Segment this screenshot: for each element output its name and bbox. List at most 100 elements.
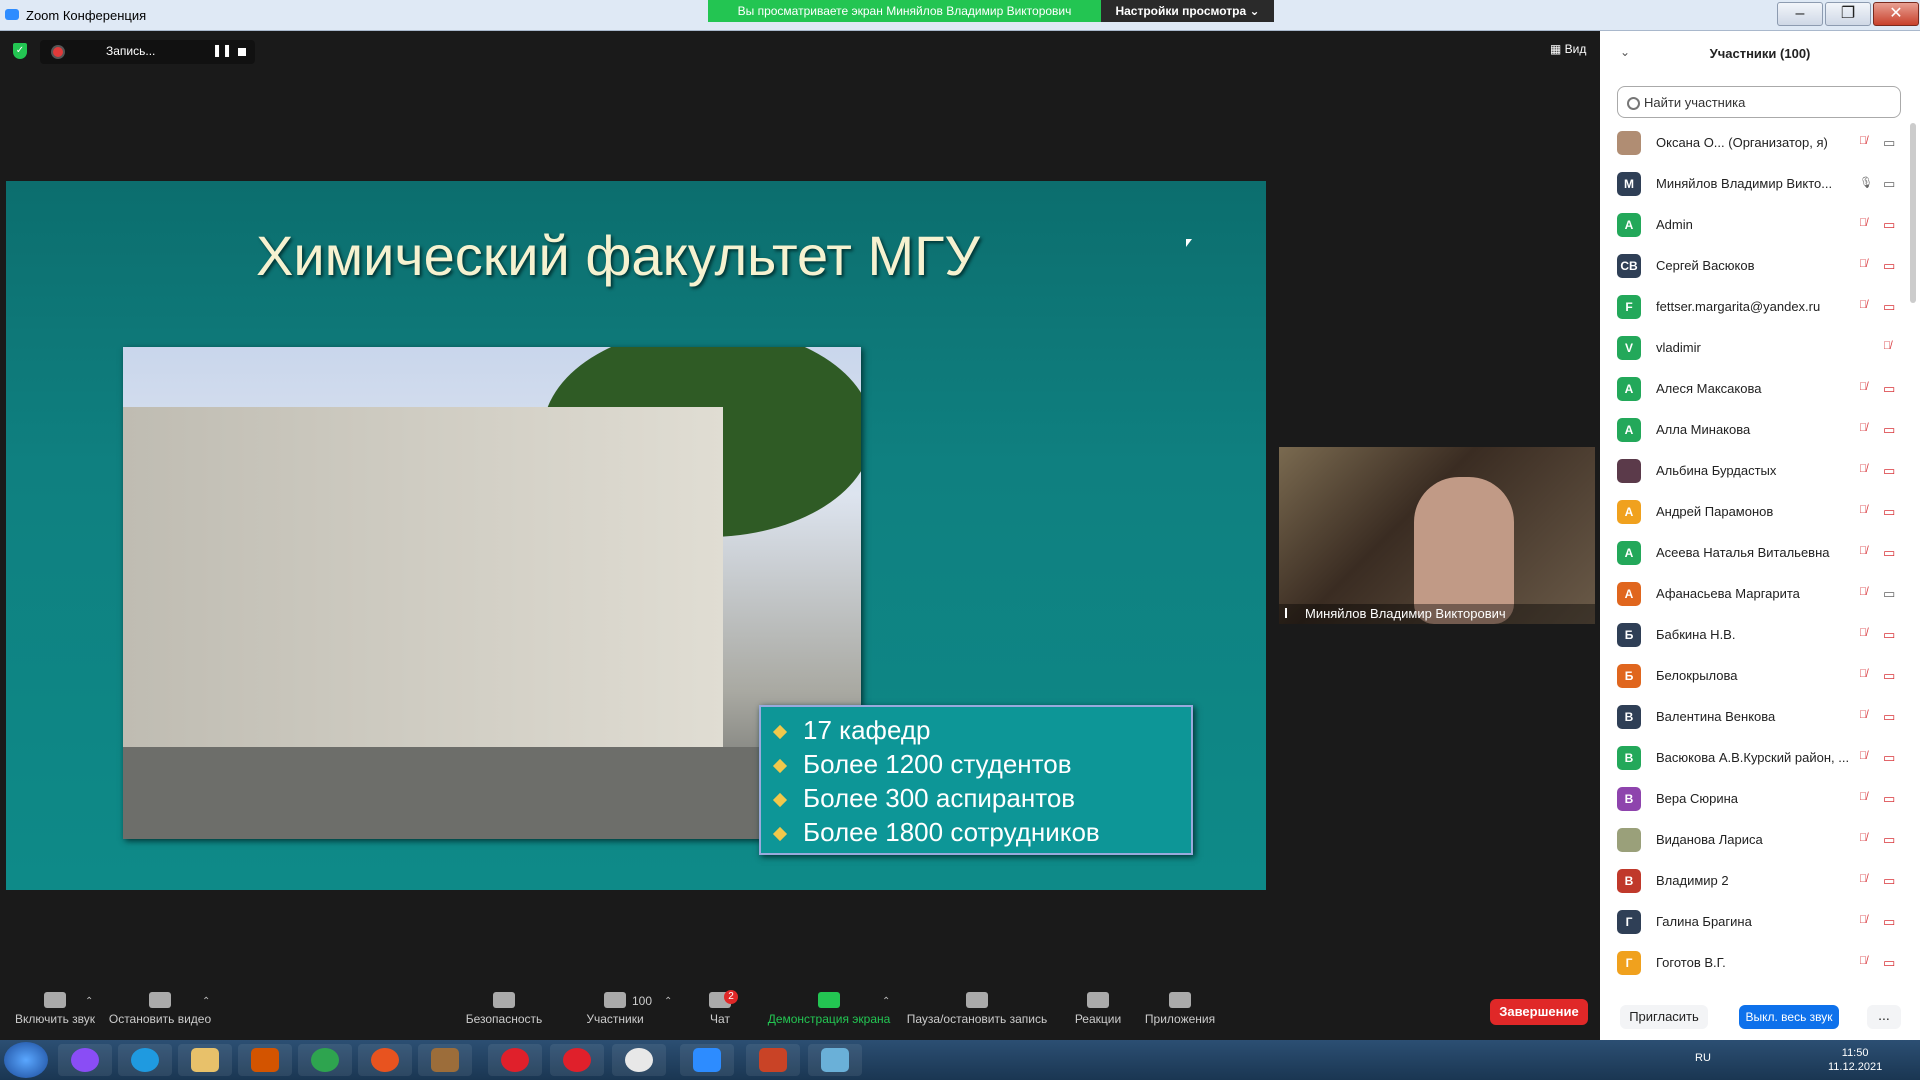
participant-row[interactable]: Оксана О... (Организатор, я) 🎙̸ ▭ — [1600, 123, 1920, 164]
video-off-icon[interactable]: ▭ — [1883, 709, 1899, 724]
language-indicator[interactable]: RU — [1695, 1052, 1711, 1064]
video-off-icon[interactable]: ▭ — [1883, 668, 1899, 683]
view-options-dropdown[interactable]: Настройки просмотра ⌄ — [1101, 0, 1274, 22]
participant-row[interactable]: М Миняйлов Владимир Викто... 🎙 ▭ — [1600, 164, 1920, 205]
participant-row[interactable]: В Васюкова А.В.Курский район, ... 🎙̸ ▭ — [1600, 738, 1920, 779]
taskbar-archive-app[interactable] — [418, 1044, 472, 1076]
participant-search-input[interactable]: Найти участника — [1617, 86, 1901, 118]
muted-mic-icon[interactable]: 🎙̸ — [1859, 463, 1871, 477]
muted-mic-icon[interactable]: 🎙̸ — [1859, 627, 1871, 641]
muted-mic-icon[interactable]: 🎙̸ — [1859, 955, 1871, 969]
participant-list-scrollbar[interactable] — [1910, 123, 1916, 303]
participant-row[interactable]: В Валентина Венкова 🎙̸ ▭ — [1600, 697, 1920, 738]
video-options-caret[interactable]: ⌃ — [202, 996, 210, 1007]
close-button[interactable]: ✕ — [1873, 2, 1919, 26]
taskbar-paint-app[interactable] — [808, 1044, 862, 1076]
muted-mic-icon[interactable]: 🎙̸ — [1859, 217, 1871, 231]
taskbar-alice-app[interactable] — [58, 1044, 112, 1076]
video-off-icon[interactable]: ▭ — [1883, 791, 1899, 806]
muted-mic-icon[interactable]: 🎙̸ — [1859, 914, 1871, 928]
muted-mic-icon[interactable]: 🎙̸ — [1859, 832, 1871, 846]
start-button[interactable] — [4, 1042, 48, 1078]
video-icon[interactable]: ▭ — [1883, 176, 1899, 191]
participant-row[interactable]: А Асеева Наталья Витальевна 🎙̸ ▭ — [1600, 533, 1920, 574]
video-off-icon[interactable]: ▭ — [1883, 463, 1899, 478]
taskbar-yandex-app[interactable] — [550, 1044, 604, 1076]
participant-row[interactable]: Альбина Бурдастых 🎙̸ ▭ — [1600, 451, 1920, 492]
participant-row[interactable]: Ffettser.margarita@yandex.ru 🎙̸ ▭ — [1600, 287, 1920, 328]
muted-mic-icon[interactable]: 🎙̸ — [1859, 668, 1871, 682]
taskbar-chrome-app[interactable] — [298, 1044, 352, 1076]
speaker-video[interactable]: Миняйлов Владимир Викторович — [1279, 447, 1595, 624]
participant-row[interactable]: Г Гоготов В.Г. 🎙̸ ▭ — [1600, 943, 1920, 984]
muted-mic-icon[interactable]: 🎙̸ — [1859, 135, 1871, 149]
participant-row[interactable]: А Алеся Максакова 🎙̸ ▭ — [1600, 369, 1920, 410]
taskbar-opera-app[interactable] — [488, 1044, 542, 1076]
taskbar-clock[interactable]: 11:50 11.12.2021 — [1828, 1046, 1882, 1074]
taskbar-powerpoint-app[interactable] — [746, 1044, 800, 1076]
maximize-button[interactable]: ❐ — [1825, 2, 1871, 26]
video-off-icon[interactable]: ▭ — [1883, 914, 1899, 929]
unmute-button[interactable]: Включить звук — [8, 978, 102, 1038]
view-button[interactable]: ▦ Вид — [1550, 42, 1586, 56]
muted-mic-icon[interactable]: 🎙̸ — [1859, 504, 1871, 518]
muted-mic-icon[interactable]: 🎙̸ — [1859, 791, 1871, 805]
pause-stop-recording-button[interactable]: Пауза/остановить запись — [906, 978, 1048, 1038]
video-off-icon[interactable]: ▭ — [1883, 299, 1899, 314]
participants-options-caret[interactable]: ⌃ — [664, 996, 672, 1007]
video-off-icon[interactable]: ▭ — [1883, 832, 1899, 847]
video-off-icon[interactable]: ▭ — [1883, 422, 1899, 437]
muted-mic-icon[interactable]: 🎙̸ — [1859, 873, 1871, 887]
share-screen-button[interactable]: Демонстрация экрана — [766, 978, 892, 1038]
participant-row[interactable]: A Admin 🎙̸ ▭ — [1600, 205, 1920, 246]
muted-mic-icon[interactable]: 🎙̸ — [1883, 340, 1895, 354]
chat-button[interactable]: Чат — [700, 978, 740, 1038]
video-off-icon[interactable]: ▭ — [1883, 873, 1899, 888]
pause-recording-icon[interactable]: ❚❚ — [212, 43, 232, 57]
participant-row[interactable]: Виданова Лариса 🎙̸ ▭ — [1600, 820, 1920, 861]
participant-row[interactable]: В Владимир 2 🎙̸ ▭ — [1600, 861, 1920, 902]
muted-mic-icon[interactable]: 🎙̸ — [1859, 258, 1871, 272]
end-meeting-button[interactable]: Завершение — [1490, 999, 1588, 1025]
stop-video-button[interactable]: Остановить видео — [108, 978, 212, 1038]
participant-row[interactable]: В Вера Сюрина 🎙̸ ▭ — [1600, 779, 1920, 820]
reactions-button[interactable]: Реакции — [1070, 978, 1126, 1038]
taskbar-yandex-browser-app[interactable] — [612, 1044, 666, 1076]
minimize-button[interactable]: – — [1777, 2, 1823, 26]
participant-row[interactable]: Vvladimir 🎙̸ — [1600, 328, 1920, 369]
share-options-caret[interactable]: ⌃ — [882, 996, 890, 1007]
video-off-icon[interactable]: ▭ — [1883, 955, 1899, 970]
taskbar-explorer-app[interactable] — [178, 1044, 232, 1076]
muted-mic-icon[interactable]: 🎙̸ — [1859, 750, 1871, 764]
participant-row[interactable]: А Андрей Парамонов 🎙̸ ▭ — [1600, 492, 1920, 533]
muted-mic-icon[interactable]: 🎙̸ — [1859, 422, 1871, 436]
participants-button[interactable]: Участники — [580, 978, 650, 1038]
muted-mic-icon[interactable]: 🎙̸ — [1859, 709, 1871, 723]
apps-button[interactable]: Приложения — [1142, 978, 1218, 1038]
participant-row[interactable]: А Афанасьева Маргарита 🎙̸ ▭ — [1600, 574, 1920, 615]
video-off-icon[interactable]: ▭ — [1883, 750, 1899, 765]
invite-button[interactable]: Пригласить — [1620, 1005, 1708, 1029]
taskbar-zoom-app[interactable] — [680, 1044, 734, 1076]
video-off-icon[interactable]: ▭ — [1883, 545, 1899, 560]
mic-icon[interactable]: 🎙 — [1859, 176, 1873, 190]
participant-row[interactable]: А Алла Минакова 🎙̸ ▭ — [1600, 410, 1920, 451]
participant-row[interactable]: Г Галина Брагина 🎙̸ ▭ — [1600, 902, 1920, 943]
security-button[interactable]: Безопасность — [462, 978, 546, 1038]
video-off-icon[interactable]: ▭ — [1883, 217, 1899, 232]
video-icon[interactable]: ▭ — [1883, 586, 1899, 601]
stop-recording-icon[interactable] — [238, 48, 246, 56]
participant-row[interactable]: Б Бабкина Н.В. 🎙̸ ▭ — [1600, 615, 1920, 656]
taskbar-ie-app[interactable] — [118, 1044, 172, 1076]
video-icon[interactable]: ▭ — [1883, 135, 1899, 150]
video-off-icon[interactable]: ▭ — [1883, 627, 1899, 642]
audio-options-caret[interactable]: ⌃ — [85, 996, 93, 1007]
muted-mic-icon[interactable]: 🎙̸ — [1859, 299, 1871, 313]
taskbar-media-app[interactable] — [238, 1044, 292, 1076]
video-off-icon[interactable]: ▭ — [1883, 381, 1899, 396]
muted-mic-icon[interactable]: 🎙̸ — [1859, 381, 1871, 395]
video-off-icon[interactable]: ▭ — [1883, 504, 1899, 519]
muted-mic-icon[interactable]: 🎙̸ — [1859, 586, 1871, 600]
mute-all-button[interactable]: Выкл. весь звук — [1739, 1005, 1839, 1029]
more-options-button[interactable]: ... — [1867, 1005, 1901, 1029]
